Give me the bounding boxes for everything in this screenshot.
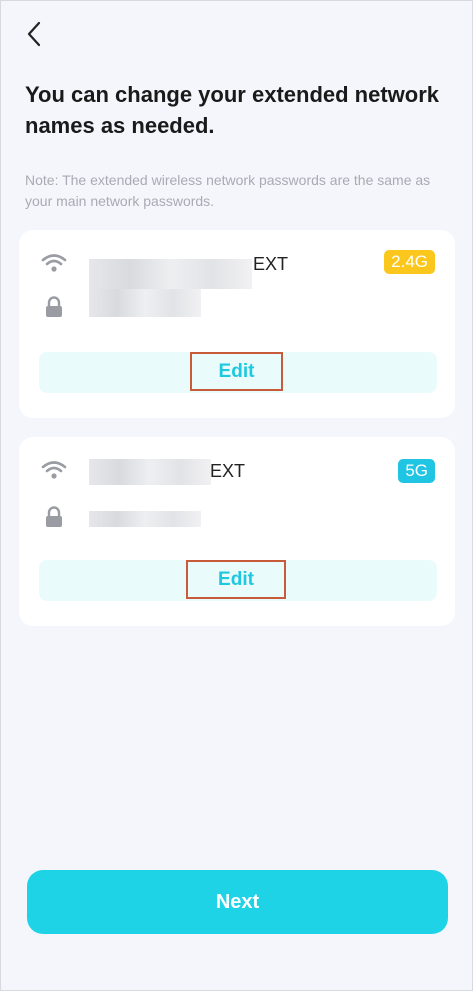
next-button[interactable]: Next: [27, 870, 448, 934]
lock-icon: [41, 506, 67, 528]
edit-button-2g[interactable]: Edit: [190, 352, 283, 391]
page-title: You can change your extended network nam…: [25, 82, 440, 138]
wifi-icon: [41, 459, 67, 481]
network-card-5g: EXT 5G Edit: [19, 437, 455, 626]
band-badge-2g: 2.4G: [384, 250, 435, 274]
edit-bar: Edit: [39, 352, 437, 393]
ssid-redacted: [89, 259, 252, 289]
ssid-suffix: EXT: [253, 254, 289, 274]
wifi-icon: [41, 252, 67, 274]
edit-button-5g[interactable]: Edit: [186, 560, 286, 599]
ssid-suffix: EXT: [210, 461, 246, 481]
back-button[interactable]: [21, 19, 47, 49]
network-card-2g: EXT 2.4G Edit: [19, 230, 455, 418]
edit-bar: Edit: [39, 560, 437, 601]
password-redacted: [89, 511, 201, 527]
band-badge-5g: 5G: [398, 459, 435, 483]
lock-icon: [41, 296, 67, 318]
note-text: Note: The extended wireless network pass…: [25, 172, 431, 209]
chevron-left-icon: [27, 21, 41, 47]
password-redacted: [89, 289, 201, 317]
ssid-redacted: [89, 459, 211, 485]
